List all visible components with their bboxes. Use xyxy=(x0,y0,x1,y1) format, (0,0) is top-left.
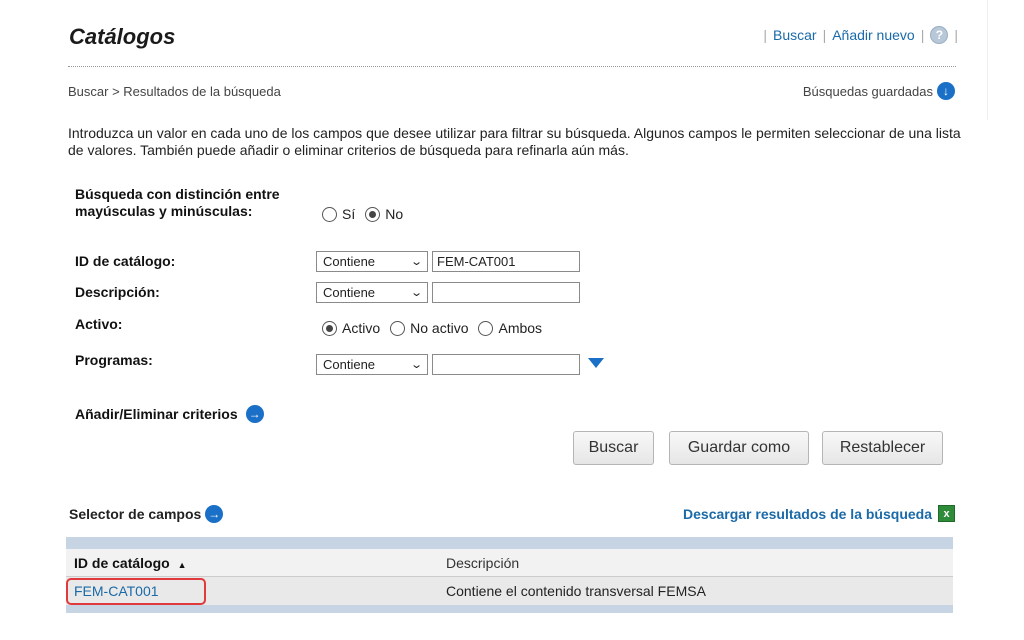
separator: | xyxy=(763,27,767,43)
case-sensitive-radio-group: Sí No xyxy=(322,206,413,222)
active-radio-group: Activo No activo Ambos xyxy=(322,320,552,336)
top-links: | Buscar | Añadir nuevo | ? | xyxy=(763,26,958,44)
table-footer-band xyxy=(66,605,953,613)
separator: | xyxy=(822,27,827,43)
select-value: Contiene xyxy=(323,357,376,372)
column-header-label: ID de catálogo xyxy=(74,554,170,571)
add-new-link[interactable]: Añadir nuevo xyxy=(832,27,915,43)
saved-searches-label: Búsquedas guardadas xyxy=(802,83,933,99)
catalog-id-operator-select[interactable]: Contiene ⌄ xyxy=(316,251,428,272)
add-remove-criteria-link[interactable]: Añadir/Eliminar criterios → xyxy=(75,405,264,423)
chevron-down-icon: ⌄ xyxy=(409,256,423,268)
radio-no[interactable] xyxy=(365,206,381,222)
chevron-down-icon[interactable]: ↓ xyxy=(937,82,955,100)
sort-up-icon: ▲ xyxy=(177,559,187,570)
table-row: FEM-CAT001 Contiene el contenido transve… xyxy=(66,577,953,605)
radio-activo[interactable] xyxy=(322,320,337,336)
excel-icon[interactable]: x xyxy=(938,505,955,522)
page-title: Catálogos xyxy=(69,24,176,49)
table-header-band xyxy=(66,537,953,549)
radio-si-label: Sí xyxy=(342,206,356,222)
radio-no-activo[interactable] xyxy=(390,320,406,336)
download-results-label: Descargar resultados de la búsqueda xyxy=(683,505,932,522)
column-header-description[interactable]: Descripción xyxy=(446,555,519,571)
edge-divider xyxy=(987,0,988,120)
chevron-down-icon: ⌄ xyxy=(409,359,423,371)
results-table: ID de catálogo ▲ Descripción FEM-CAT001 … xyxy=(66,537,953,613)
radio-ambos-label: Ambos xyxy=(498,320,543,336)
radio-no-label: No xyxy=(385,206,404,222)
search-button[interactable]: Buscar xyxy=(573,431,654,465)
catalog-id-input[interactable]: FEM-CAT001 xyxy=(432,251,580,272)
select-value: Contiene xyxy=(323,285,376,300)
separator: | xyxy=(920,27,925,43)
catalog-id-row: Contiene ⌄ FEM-CAT001 xyxy=(316,251,580,272)
chevron-down-icon: ⌄ xyxy=(409,287,423,299)
highlight-box xyxy=(66,578,206,605)
row-description: Contiene el contenido transversal FEMSA xyxy=(446,583,706,599)
save-as-button[interactable]: Guardar como xyxy=(669,431,809,465)
active-label: Activo: xyxy=(75,316,123,332)
filter-icon[interactable] xyxy=(588,357,604,368)
programs-operator-select[interactable]: Contiene ⌄ xyxy=(316,354,428,375)
radio-si[interactable] xyxy=(322,206,337,222)
programs-input[interactable] xyxy=(432,354,580,375)
help-icon[interactable]: ? xyxy=(930,26,949,44)
arrow-right-icon[interactable]: → xyxy=(205,505,224,523)
add-remove-criteria-label: Añadir/Eliminar criterios xyxy=(75,405,238,422)
saved-searches-link[interactable]: Búsquedas guardadas ↓ xyxy=(803,82,955,100)
field-selector-link[interactable]: Selector de campos → xyxy=(69,505,224,523)
radio-no-activo-label: No activo xyxy=(410,320,469,336)
breadcrumb: Buscar > Resultados de la búsqueda xyxy=(68,84,281,99)
header-divider xyxy=(68,66,956,67)
description-row: Contiene ⌄ xyxy=(316,282,580,303)
programs-label: Programas: xyxy=(75,352,153,368)
separator: | xyxy=(954,27,958,43)
arrow-right-icon[interactable]: → xyxy=(245,405,264,423)
reset-button[interactable]: Restablecer xyxy=(822,431,943,465)
catalog-id-label: ID de catálogo: xyxy=(75,253,176,269)
download-results-link[interactable]: Descargar resultados de la búsqueda x xyxy=(683,505,955,522)
field-selector-label: Selector de campos xyxy=(69,506,202,522)
case-sensitive-label: Búsqueda con distinción entre mayúsculas… xyxy=(75,186,280,219)
column-header-catalog-id[interactable]: ID de catálogo ▲ xyxy=(66,555,446,571)
programs-row: Contiene ⌄ xyxy=(316,354,604,375)
search-link[interactable]: Buscar xyxy=(773,27,817,43)
description-label: Descripción: xyxy=(75,284,160,300)
description-operator-select[interactable]: Contiene ⌄ xyxy=(316,282,428,303)
select-value: Contiene xyxy=(323,254,376,269)
radio-ambos[interactable] xyxy=(478,320,494,336)
description-input[interactable] xyxy=(432,282,580,303)
table-header-row: ID de catálogo ▲ Descripción xyxy=(66,549,953,577)
intro-text: Introduzca un valor en cada uno de los c… xyxy=(68,125,961,158)
radio-activo-label: Activo xyxy=(342,320,381,336)
